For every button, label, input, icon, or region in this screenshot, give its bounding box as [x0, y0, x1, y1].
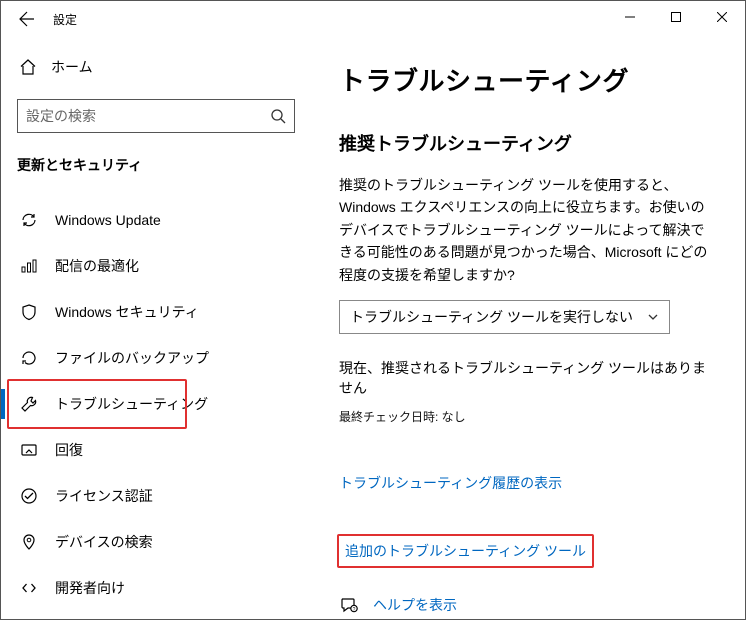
sidebar-item-label: ライセンス認証 — [55, 486, 153, 506]
shield-icon — [19, 303, 39, 321]
page-title: トラブルシューティング — [339, 61, 717, 98]
additional-troubleshooters-link[interactable]: 追加のトラブルシューティング ツール — [345, 541, 586, 561]
sidebar-item-label: デバイスの検索 — [55, 532, 153, 552]
dropdown-value: トラブルシューティング ツールを実行しない — [350, 307, 633, 327]
back-arrow-icon — [19, 11, 35, 27]
minimize-button[interactable] — [607, 1, 653, 33]
sidebar-item-label: 配信の最適化 — [55, 256, 139, 276]
sidebar-item-activation[interactable]: ライセンス認証 — [17, 473, 295, 519]
svg-text:?: ? — [353, 607, 356, 613]
sidebar-item-backup[interactable]: ファイルのバックアップ — [17, 335, 295, 381]
sidebar-item-windows-update[interactable]: Windows Update — [17, 197, 295, 243]
minimize-icon — [625, 12, 635, 22]
home-label: ホーム — [51, 57, 93, 77]
sidebar-item-label: トラブルシューティング — [55, 394, 208, 414]
sidebar-item-find-device[interactable]: デバイスの検索 — [17, 519, 295, 565]
sidebar-item-for-developers[interactable]: 開発者向け — [17, 565, 295, 611]
sidebar-item-troubleshoot[interactable]: トラブルシューティング — [17, 381, 295, 427]
sidebar-item-label: 回復 — [55, 440, 83, 460]
recovery-icon — [19, 441, 39, 459]
optimization-icon — [19, 257, 39, 275]
code-icon — [19, 579, 39, 597]
search-placeholder: 設定の検索 — [26, 106, 96, 126]
help-link[interactable]: ヘルプを表示 — [373, 595, 457, 615]
sidebar-item-label: ファイルのバックアップ — [55, 348, 209, 368]
sidebar-item-windows-security[interactable]: Windows セキュリティ — [17, 289, 295, 335]
chevron-down-icon — [647, 311, 659, 323]
last-check-text: 最終チェック日時: なし — [339, 408, 717, 425]
history-link[interactable]: トラブルシューティング履歴の表示 — [339, 473, 562, 493]
status-text: 現在、推奨されるトラブルシューティング ツールはありません — [339, 358, 717, 398]
search-input[interactable]: 設定の検索 — [17, 99, 295, 133]
description-text: 推奨のトラブルシューティング ツールを使用すると、Windows エクスペリエン… — [339, 174, 709, 286]
back-button[interactable] — [9, 1, 45, 37]
check-circle-icon — [19, 487, 39, 505]
sidebar-item-label: 開発者向け — [55, 578, 125, 598]
sidebar-item-label: Windows Update — [55, 212, 161, 228]
sidebar-item-label: Windows セキュリティ — [55, 302, 199, 322]
backup-icon — [19, 349, 39, 367]
home-nav[interactable]: ホーム — [17, 47, 295, 87]
section-title: 推奨トラブルシューティング — [339, 130, 717, 156]
help-icon: ? — [339, 596, 359, 614]
close-button[interactable] — [699, 1, 745, 33]
location-icon — [19, 533, 39, 551]
sync-icon — [19, 211, 39, 229]
maximize-icon — [671, 12, 681, 22]
app-title: 設定 — [53, 11, 77, 28]
home-icon — [19, 58, 37, 76]
sidebar-item-recovery[interactable]: 回復 — [17, 427, 295, 473]
search-icon — [270, 108, 286, 124]
wrench-icon — [19, 395, 39, 413]
run-mode-dropdown[interactable]: トラブルシューティング ツールを実行しない — [339, 300, 670, 334]
sidebar-section-title: 更新とセキュリティ — [17, 155, 295, 175]
maximize-button[interactable] — [653, 1, 699, 33]
close-icon — [717, 12, 727, 22]
sidebar-item-delivery-optimization[interactable]: 配信の最適化 — [17, 243, 295, 289]
